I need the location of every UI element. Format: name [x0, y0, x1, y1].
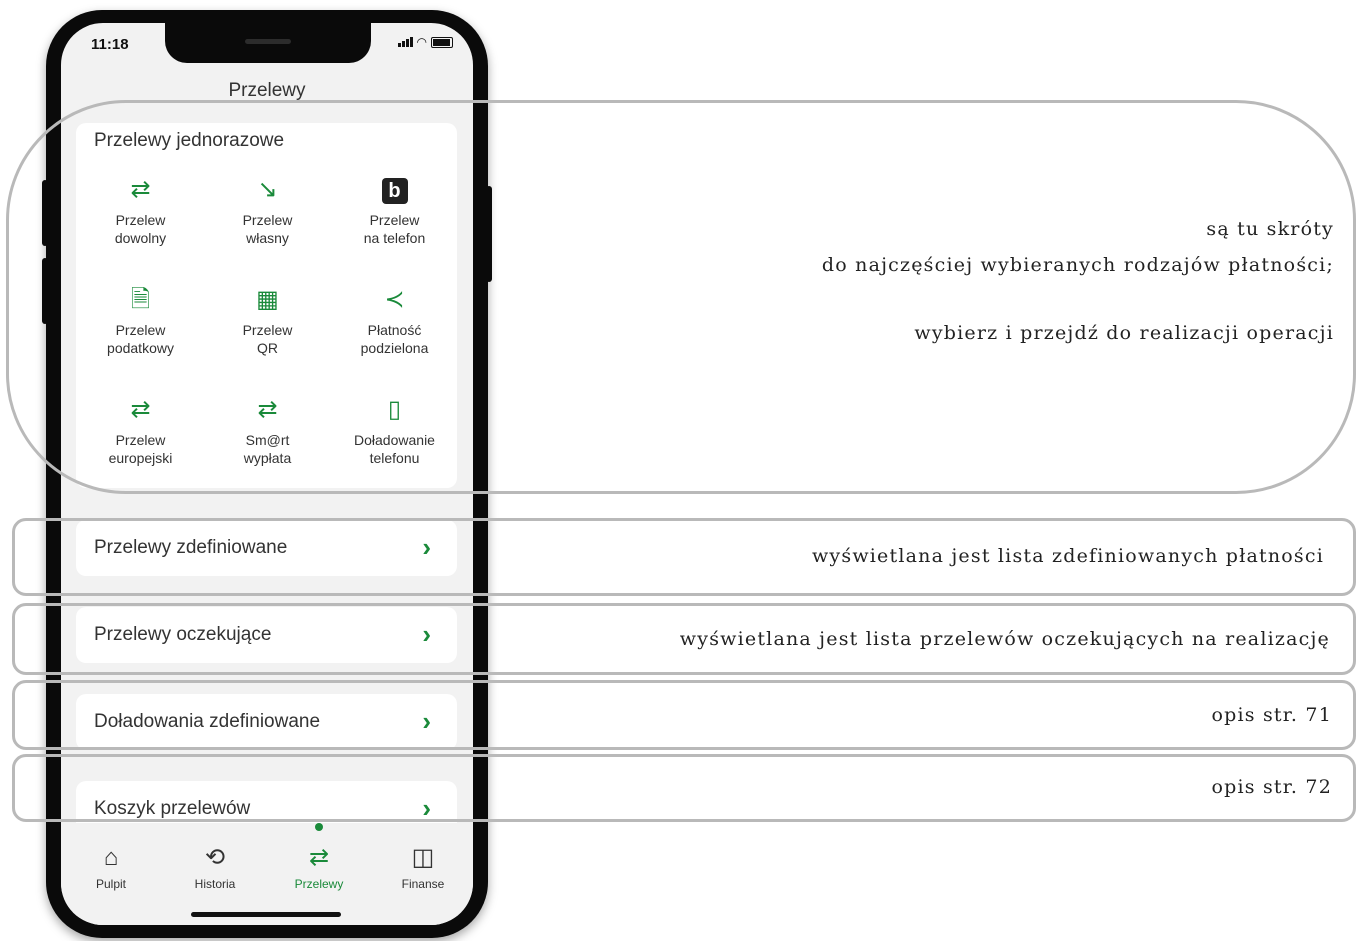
annotation-topups: opis str. 71: [1211, 704, 1332, 726]
annotation-shortcuts-line1: są tu skróty: [1206, 218, 1334, 240]
battery-icon: [431, 36, 453, 48]
tab-finanse[interactable]: ◫ Finanse: [373, 843, 473, 891]
tab-pulpit[interactable]: ⌂ Pulpit: [61, 843, 161, 891]
notch: [165, 23, 371, 63]
home-icon: ⌂: [103, 844, 119, 871]
wallet-icon: ◫: [411, 844, 435, 871]
active-tab-dot: [315, 823, 323, 831]
annotation-shortcuts-line2: do najczęściej wybieranych rodzajów płat…: [821, 254, 1334, 276]
annotation-pending: wyświetlana jest lista przelewów oczekuj…: [679, 628, 1330, 650]
wifi-icon: ◠: [416, 35, 427, 49]
bottom-tab-bar: ⌂ Pulpit ⟲ Historia ⇄ Przelewy ◫ Finanse: [61, 823, 473, 925]
tab-label: Przelewy: [294, 877, 344, 891]
status-icons: ◠: [397, 35, 453, 49]
page-title: Przelewy: [228, 80, 306, 101]
tab-historia[interactable]: ⟲ Historia: [165, 843, 265, 891]
annotation-shortcuts-line3: wybierz i przejdź do realizacji operacji: [914, 322, 1334, 344]
annotation-basket: opis str. 72: [1211, 776, 1332, 798]
annotation-defined: wyświetlana jest lista zdefiniowanych pł…: [811, 545, 1324, 567]
tab-label: Finanse: [401, 877, 445, 891]
signal-icon: [397, 37, 413, 47]
history-icon: ⟲: [204, 844, 226, 871]
tab-label: Historia: [194, 877, 236, 891]
home-indicator: [191, 912, 341, 917]
callout-defined-topups: [12, 680, 1356, 750]
transfer-cycle-icon: ⇄: [308, 844, 330, 871]
status-time: 11:18: [91, 36, 129, 53]
callout-transfer-basket: [12, 754, 1356, 822]
callout-one-time-transfers: [6, 100, 1356, 494]
tab-przelewy[interactable]: ⇄ Przelewy: [269, 843, 369, 891]
tab-label: Pulpit: [95, 877, 127, 891]
